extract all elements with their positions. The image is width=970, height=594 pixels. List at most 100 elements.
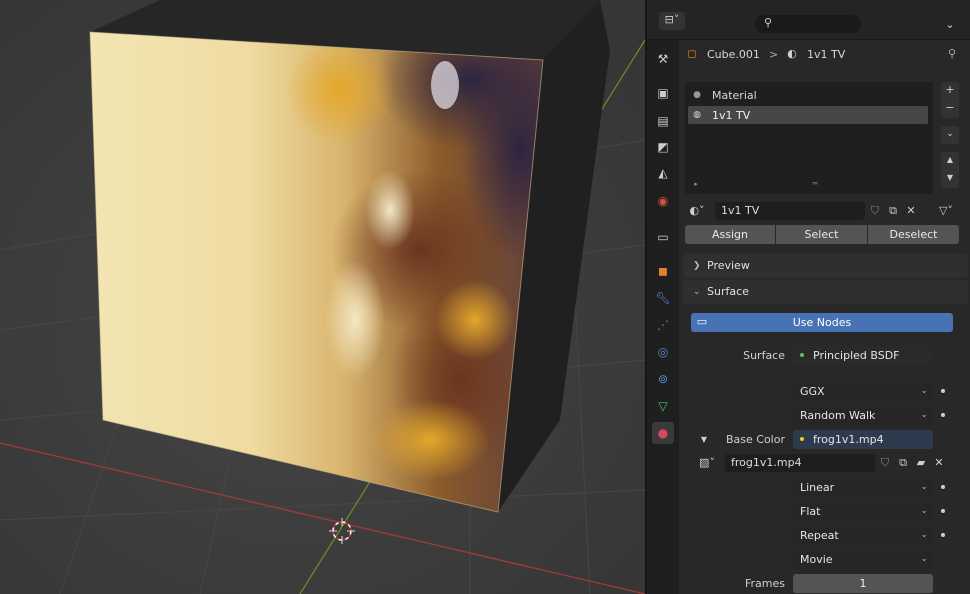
surface-label: Surface: [743, 349, 785, 362]
move-down-icon[interactable]: ▼: [941, 170, 959, 188]
surface-shader-field[interactable]: Principled BSDF: [793, 346, 933, 365]
new-image-icon[interactable]: ⧉: [895, 455, 911, 471]
chevron-down-icon: ⌄: [920, 554, 928, 564]
input-socket-dot[interactable]: [941, 533, 945, 537]
chevron-down-icon: ⌄: [920, 530, 928, 540]
material-browse-icon[interactable]: ◐˅: [685, 203, 709, 219]
base-color-field[interactable]: frog1v1.mp4: [793, 430, 933, 449]
image-name-field[interactable]: frog1v1.mp4: [725, 454, 875, 472]
breadcrumb: ◻ Cube.001 > ◐ 1v1 TV ⚲: [679, 46, 969, 64]
3d-viewport[interactable]: [0, 0, 645, 594]
projection-dropdown[interactable]: Flat ⌄: [793, 502, 933, 521]
chevron-down-icon: ⌄: [920, 410, 928, 420]
surface-shader-value: Principled BSDF: [813, 349, 900, 362]
open-folder-icon[interactable]: ▰: [913, 455, 929, 471]
subsurface-method-dropdown[interactable]: Random Walk ⌄: [793, 406, 933, 425]
fake-user-shield-icon[interactable]: ⛉: [877, 455, 893, 471]
input-socket-dot[interactable]: [941, 389, 945, 393]
surface-section-label: Surface: [707, 285, 749, 298]
input-socket-dot[interactable]: [941, 413, 945, 417]
duplicate-material-icon[interactable]: ⧉: [885, 203, 901, 219]
extension-value: Repeat: [800, 529, 839, 542]
expand-base-color-icon[interactable]: ▼: [699, 432, 709, 448]
modifier-tab-icon[interactable]: 🔧︎: [652, 287, 674, 309]
chevron-down-icon[interactable]: ⌄: [942, 17, 958, 33]
distribution-value: GGX: [800, 385, 825, 398]
pin-icon[interactable]: ⚲: [945, 46, 959, 62]
material-name-field[interactable]: 1v1 TV: [715, 202, 865, 220]
material-slot-list[interactable]: ● Material ◍ 1v1 TV ▸ ═: [685, 82, 933, 194]
image-browse-icon[interactable]: ▨˅: [695, 455, 719, 471]
breadcrumb-material[interactable]: 1v1 TV: [807, 48, 845, 61]
surface-section-header[interactable]: ⌄ Surface: [683, 280, 968, 304]
preview-section-header[interactable]: ❯ Preview: [683, 254, 968, 278]
world-tab-icon[interactable]: ◉: [652, 190, 674, 212]
material-properties: ◻ Cube.001 > ◐ 1v1 TV ⚲ ● Material ◍ 1v1…: [679, 40, 970, 594]
scene-tab-icon[interactable]: ◭: [652, 162, 674, 184]
slot-specials-chevron-icon[interactable]: ⌄: [941, 126, 959, 144]
chevron-down-icon: ⌄: [920, 482, 928, 492]
properties-editor-icon[interactable]: ⊟˅: [659, 12, 685, 30]
collection-tab-icon[interactable]: ▭: [652, 226, 674, 248]
output-tab-icon[interactable]: ▤: [652, 110, 674, 132]
render-tab-icon[interactable]: ▣: [652, 82, 674, 104]
material-selector[interactable]: ◐˅ 1v1 TV ⛉ ⧉ ✕: [685, 201, 925, 221]
material-slot-icon: ●: [693, 90, 701, 100]
material-tab-icon[interactable]: ●: [652, 422, 674, 444]
slot-name: 1v1 TV: [712, 109, 751, 122]
expanded-arrow-icon: ⌄: [693, 287, 701, 297]
interpolation-dropdown[interactable]: Linear ⌄: [793, 478, 933, 497]
base-color-value: frog1v1.mp4: [813, 433, 884, 446]
physics-tab-icon[interactable]: ◎: [652, 341, 674, 363]
color-socket-dot: [800, 437, 804, 441]
slot-name: Material: [712, 89, 757, 102]
select-button[interactable]: Select: [776, 225, 867, 244]
search-input[interactable]: ⚲: [755, 15, 861, 33]
image-selector[interactable]: ▨˅ frog1v1.mp4 ⛉ ⧉ ▰ ✕: [695, 453, 957, 473]
view-layer-tab-icon[interactable]: ◩: [652, 136, 674, 158]
move-up-icon[interactable]: ▲: [941, 152, 959, 170]
viewport-scene[interactable]: [0, 0, 645, 594]
filter-icon[interactable]: ▽˅: [933, 203, 959, 219]
add-slot-icon[interactable]: +: [941, 82, 959, 100]
list-item[interactable]: ● Material: [688, 86, 930, 104]
properties-tabs: ⚒ ▣ ▤ ◩ ◭ ◉ ▭ ◼ 🔧︎ ⋰ ◎ ⊚ ▽ ●: [647, 40, 679, 594]
frames-label: Frames: [744, 577, 785, 590]
image-source-dropdown[interactable]: Movie ⌄: [793, 550, 933, 569]
tool-tab-icon[interactable]: ⚒: [652, 48, 674, 70]
frames-field[interactable]: 1: [793, 574, 933, 593]
chevron-down-icon: ⌄: [920, 506, 928, 516]
data-tab-icon[interactable]: ▽: [652, 395, 674, 417]
unlink-image-icon[interactable]: ✕: [931, 455, 947, 471]
use-nodes-label: Use Nodes: [792, 316, 852, 329]
deselect-button[interactable]: Deselect: [868, 225, 959, 244]
projection-value: Flat: [800, 505, 821, 518]
constraints-tab-icon[interactable]: ⊚: [652, 368, 674, 390]
unlink-material-icon[interactable]: ✕: [903, 203, 919, 219]
shader-socket-dot: [800, 353, 804, 357]
material-slot-icon: ◍: [693, 110, 701, 120]
panel-header: ⊟˅ ⚲ ⌄: [647, 0, 970, 40]
list-expand-icon[interactable]: ▸: [691, 176, 701, 192]
breadcrumb-object[interactable]: Cube.001: [707, 48, 760, 61]
object-tab-icon[interactable]: ◼: [652, 260, 674, 282]
input-socket-dot[interactable]: [941, 509, 945, 513]
search-icon: ⚲: [763, 16, 773, 29]
list-resize-handle[interactable]: ═: [807, 176, 823, 192]
base-color-label: Base Color: [725, 433, 785, 446]
preview-label: Preview: [707, 259, 750, 272]
particles-tab-icon[interactable]: ⋰: [652, 314, 674, 336]
distribution-dropdown[interactable]: GGX ⌄: [793, 382, 933, 401]
use-nodes-button[interactable]: ▭ Use Nodes: [691, 313, 953, 332]
remove-slot-icon[interactable]: −: [941, 100, 959, 118]
interpolation-value: Linear: [800, 481, 835, 494]
fake-user-shield-icon[interactable]: ⛉: [867, 203, 883, 219]
extension-dropdown[interactable]: Repeat ⌄: [793, 526, 933, 545]
list-item[interactable]: ◍ 1v1 TV: [688, 106, 928, 124]
frames-value: 1: [859, 577, 867, 590]
node-tree-icon: ▭: [696, 315, 708, 328]
input-socket-dot[interactable]: [941, 485, 945, 489]
assign-button[interactable]: Assign: [685, 225, 775, 244]
material-icon: ◐: [787, 47, 797, 60]
object-icon: ◻: [687, 47, 697, 60]
